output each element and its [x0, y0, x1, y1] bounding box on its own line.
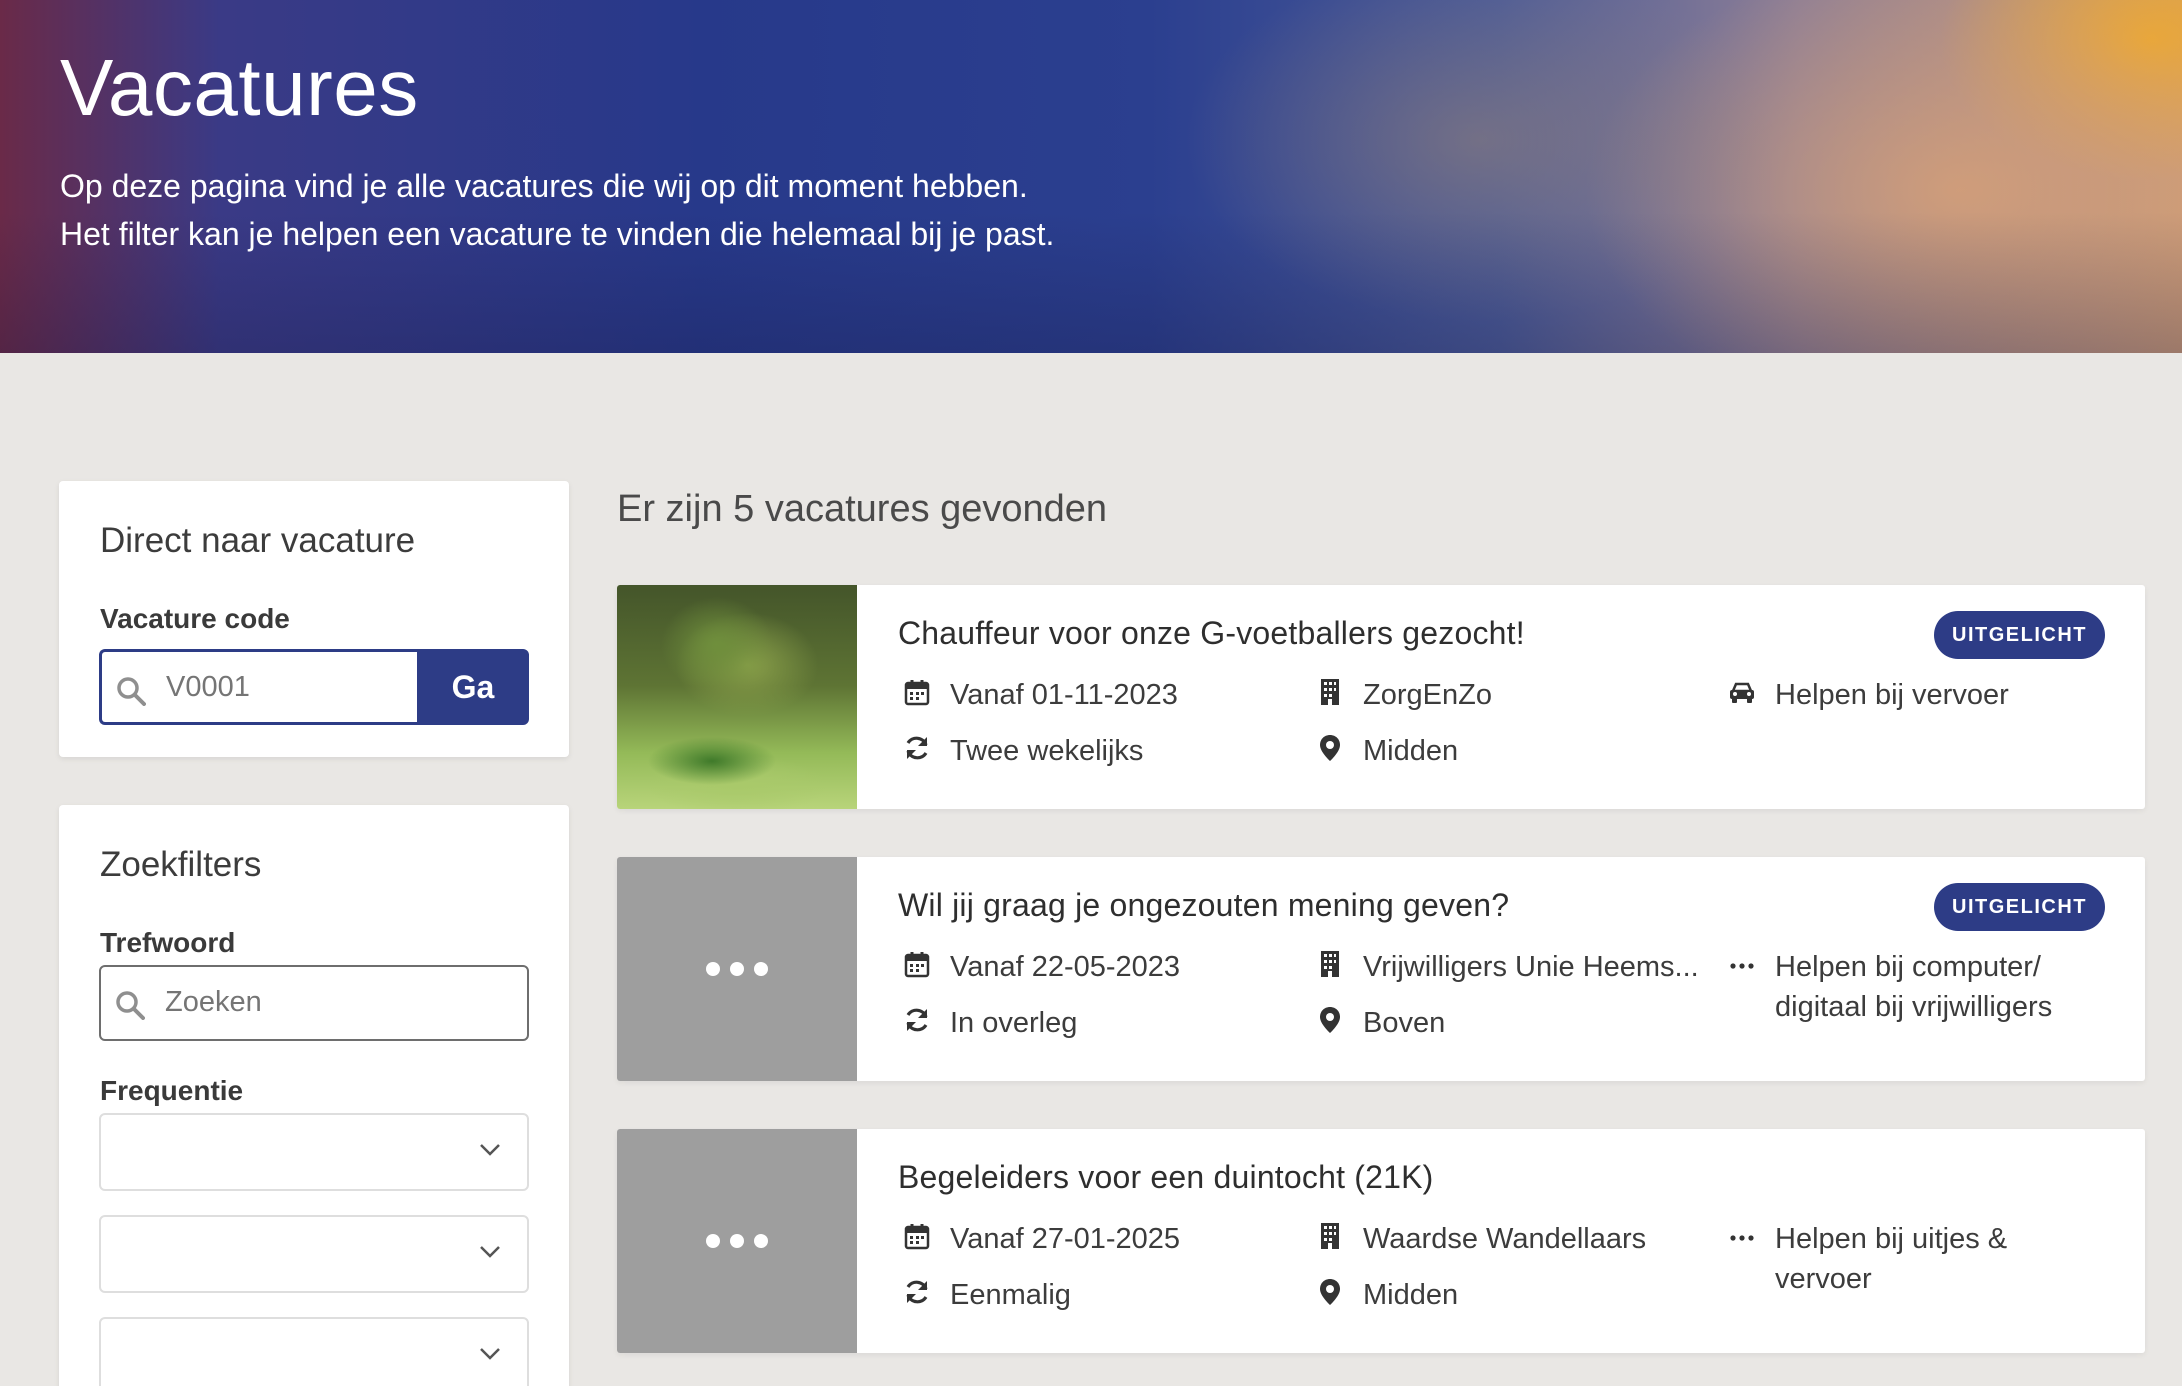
- featured-badge: UITGELICHT: [1934, 611, 2105, 659]
- building-icon: [1321, 951, 1339, 977]
- filters-card-title: Zoekfilters: [100, 845, 262, 884]
- vacancy-photo: [617, 585, 857, 809]
- vacancy-code-label: Vacature code: [100, 603, 290, 634]
- vacancy-code-group: Ga: [99, 649, 529, 725]
- chevron-down-icon: [480, 1246, 500, 1258]
- vacancy-frequency-text: Eenmalig: [950, 1279, 1071, 1311]
- vacancy-date: Vanaf 01-11-2023: [902, 675, 1178, 715]
- frequency-select[interactable]: [99, 1113, 529, 1191]
- calendar-icon: [904, 952, 930, 978]
- chevron-down-icon: [480, 1348, 500, 1360]
- vacancy-category-text: Helpen bij computer/ digitaal bij vrijwi…: [1775, 951, 2053, 1023]
- vacancy-region-text: Midden: [1363, 735, 1459, 767]
- vacancy-category-text: Helpen bij uitjes & vervoer: [1775, 1223, 2008, 1295]
- filter-select-2[interactable]: [99, 1215, 529, 1293]
- featured-badge: UITGELICHT: [1934, 883, 2105, 931]
- hero-description: Op deze pagina vind je alle vacatures di…: [60, 162, 1054, 258]
- map-pin-icon: [1320, 1279, 1340, 1305]
- ellipsis-icon: [1730, 1235, 1754, 1241]
- vacancy-region: Boven: [1315, 1003, 1445, 1043]
- map-pin-icon: [1320, 735, 1340, 761]
- vacancy-date: Vanaf 27-01-2025: [902, 1219, 1180, 1259]
- vacancy-thumbnail-placeholder: [617, 1129, 857, 1353]
- search-icon: [117, 677, 146, 706]
- vacancy-organisation: ZorgEnZo: [1315, 675, 1492, 715]
- vacancy-region: Midden: [1315, 731, 1458, 771]
- vacancy-card[interactable]: Begeleiders voor een duintocht (21K) Van…: [617, 1129, 2145, 1353]
- vacancy-thumbnail-placeholder: [617, 857, 857, 1081]
- vacancy-organisation: Vrijwilligers Unie Heems...: [1315, 947, 1699, 987]
- search-filters-card: Zoekfilters Trefwoord Frequentie: [59, 805, 569, 1386]
- ellipsis-icon: [1730, 963, 1754, 969]
- refresh-icon: [906, 1008, 928, 1032]
- vacancy-card[interactable]: Chauffeur voor onze G-voetballers gezoch…: [617, 585, 2145, 809]
- keyword-input[interactable]: [165, 967, 405, 1037]
- vacancy-date-text: Vanaf 27-01-2025: [950, 1223, 1181, 1255]
- vacancy-organisation-text: Vrijwilligers Unie Heems...: [1363, 951, 1699, 983]
- calendar-icon: [904, 1224, 930, 1250]
- hero-line-2: Het filter kan je helpen een vacature te…: [60, 216, 1055, 252]
- vacancy-frequency: Twee wekelijks: [902, 731, 1143, 771]
- calendar-icon: [904, 680, 930, 706]
- results-count: Er zijn 5 vacatures gevonden: [617, 488, 1108, 530]
- vacancy-category: Helpen bij computer/ digitaal bij vrijwi…: [1727, 947, 2075, 1027]
- vacancy-code-input[interactable]: [166, 652, 406, 722]
- car-icon: [1730, 682, 1754, 703]
- keyword-label: Trefwoord: [100, 927, 236, 958]
- chevron-down-icon: [480, 1144, 500, 1156]
- vacancy-date: Vanaf 22-05-2023: [902, 947, 1180, 987]
- go-button[interactable]: Ga: [417, 649, 529, 725]
- direct-card-title: Direct naar vacature: [100, 521, 416, 560]
- page-title: Vacatures: [60, 43, 419, 132]
- vacancy-organisation: Waardse Wandellaars: [1315, 1219, 1646, 1259]
- vacancy-category: Helpen bij vervoer: [1727, 675, 2075, 715]
- vacancy-region-text: Boven: [1363, 1007, 1446, 1039]
- vacancy-organisation-text: Waardse Wandellaars: [1363, 1223, 1647, 1255]
- hero-line-1: Op deze pagina vind je alle vacatures di…: [60, 168, 1028, 204]
- vacancy-title[interactable]: Begeleiders voor een duintocht (21K): [898, 1159, 1434, 1196]
- refresh-icon: [906, 736, 928, 760]
- vacancy-region: Midden: [1315, 1275, 1458, 1315]
- ellipsis-icon: [706, 962, 768, 976]
- vacancy-region-text: Midden: [1363, 1279, 1459, 1311]
- building-icon: [1321, 1223, 1339, 1249]
- vacancy-organisation-text: ZorgEnZo: [1363, 679, 1492, 711]
- building-icon: [1321, 679, 1339, 705]
- vacancy-code-field[interactable]: [99, 649, 419, 725]
- frequency-label: Frequentie: [100, 1075, 244, 1106]
- vacancy-date-text: Vanaf 01-11-2023: [950, 679, 1178, 711]
- refresh-icon: [906, 1280, 928, 1304]
- vacancy-frequency: Eenmalig: [902, 1275, 1071, 1315]
- vacancy-date-text: Vanaf 22-05-2023: [950, 951, 1181, 983]
- vacancy-frequency: In overleg: [902, 1003, 1077, 1043]
- direct-to-vacancy-card: Direct naar vacature Vacature code Ga: [59, 481, 569, 757]
- vacancy-category: Helpen bij uitjes & vervoer: [1727, 1219, 2075, 1299]
- vacancy-title[interactable]: Chauffeur voor onze G-voetballers gezoch…: [898, 615, 1525, 652]
- vacancy-card[interactable]: Wil jij graag je ongezouten mening geven…: [617, 857, 2145, 1081]
- vacancy-frequency-text: In overleg: [950, 1007, 1078, 1039]
- vacancy-title[interactable]: Wil jij graag je ongezouten mening geven…: [898, 887, 1509, 924]
- vacancy-frequency-text: Twee wekelijks: [950, 735, 1144, 767]
- keyword-field[interactable]: [99, 965, 529, 1041]
- vacancy-category-text: Helpen bij vervoer: [1775, 679, 2009, 711]
- filter-select-3[interactable]: [99, 1317, 529, 1386]
- search-icon: [116, 991, 145, 1020]
- ellipsis-icon: [706, 1234, 768, 1248]
- hero-banner: Vacatures Op deze pagina vind je alle va…: [0, 0, 2182, 353]
- map-pin-icon: [1320, 1007, 1340, 1033]
